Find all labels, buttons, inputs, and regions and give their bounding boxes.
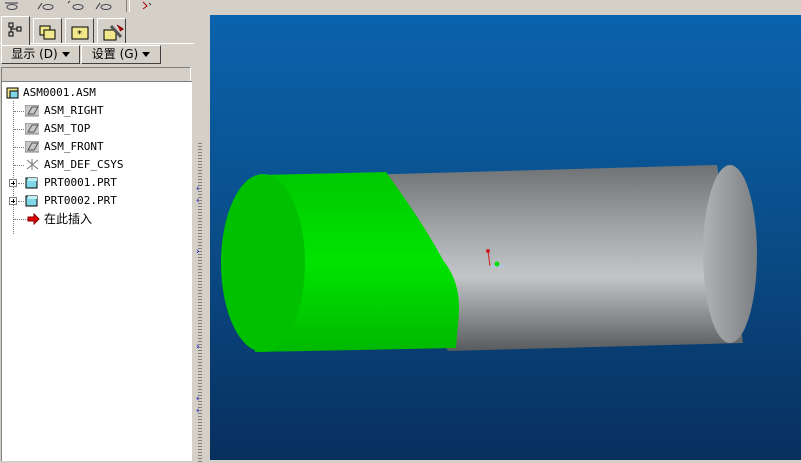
tree-item-label: ASM_FRONT — [44, 140, 104, 153]
navigator-panel: * 显示 (D) 设置 (G) ASM0001.ASM ASM_RIGHT AS… — [0, 13, 194, 461]
model-tree: ASM0001.ASM ASM_RIGHT ASM_TOP ASM_FRONT — [1, 81, 192, 461]
tab-favorites[interactable]: * — [65, 18, 94, 43]
expand-icon[interactable] — [9, 179, 17, 187]
view-tool-3-icon[interactable] — [66, 0, 86, 11]
tree-item-label: 在此插入 — [44, 212, 93, 226]
expand-icon[interactable] — [9, 197, 17, 205]
settings-menu-button[interactable]: 设置 (G) — [81, 45, 161, 64]
tree-item-prt0001[interactable]: PRT0001.PRT — [4, 175, 184, 191]
expand-right-icon[interactable]: › — [195, 343, 203, 352]
tree-filter-field[interactable] — [1, 67, 191, 82]
tree-item-label: PRT0002.PRT — [44, 194, 117, 207]
coordinate-system-icon — [26, 159, 39, 170]
tree-item-asm0001[interactable]: ASM0001.ASM — [4, 85, 184, 101]
collapse-left-icon[interactable]: ‹ — [195, 395, 203, 404]
view-tool-1-icon[interactable] — [2, 0, 22, 11]
tree-item-label: ASM_DEF_CSYS — [44, 158, 124, 171]
tools-icon — [103, 24, 124, 41]
view-tool-5-icon[interactable] — [140, 0, 160, 11]
show-menu-label: 显示 (D) — [11, 47, 58, 61]
tab-connections[interactable] — [97, 18, 126, 43]
expand-right-icon[interactable]: › — [195, 248, 203, 257]
tree-menu-bar: 显示 (D) 设置 (G) — [0, 45, 194, 65]
graphics-viewport[interactable] — [210, 15, 801, 460]
favorites-folder-icon: * — [71, 26, 89, 40]
view-tool-2-icon[interactable] — [36, 0, 56, 11]
gray-part-end-cap[interactable] — [703, 165, 757, 343]
collapse-left-icon[interactable]: ‹ — [195, 185, 203, 194]
part-icon — [25, 195, 38, 207]
tree-item-asm-def-csys[interactable]: ASM_DEF_CSYS — [4, 157, 184, 173]
green-part-end-face[interactable] — [221, 174, 305, 352]
collapse-left-icon[interactable]: ‹ — [195, 407, 203, 416]
dropdown-arrow-icon — [61, 52, 70, 57]
insert-here-arrow-icon — [27, 213, 40, 225]
tab-folder-browser[interactable] — [33, 18, 62, 43]
toolbar-separator — [126, 0, 130, 12]
collapse-left-icon[interactable]: ‹ — [195, 197, 203, 206]
settings-menu-label: 设置 (G) — [91, 47, 139, 61]
show-menu-button[interactable]: 显示 (D) — [1, 45, 80, 64]
panel-splitter[interactable]: ‹ ‹ › › ‹ ‹ — [194, 13, 208, 463]
3d-model-view[interactable] — [210, 15, 801, 460]
tree-item-label: PRT0001.PRT — [44, 176, 117, 189]
tab-model-tree[interactable] — [1, 16, 30, 45]
dropdown-arrow-icon — [142, 52, 151, 57]
tree-structure-icon — [8, 22, 22, 37]
svg-text:*: * — [77, 29, 82, 40]
tree-item-label: ASM0001.ASM — [23, 86, 96, 99]
datum-plane-icon — [25, 141, 39, 153]
folders-icon — [39, 25, 56, 40]
tree-item-prt0002[interactable]: PRT0002.PRT — [4, 193, 184, 209]
view-tool-4-icon[interactable] — [94, 0, 114, 11]
tree-item-label: ASM_TOP — [44, 122, 91, 135]
datum-plane-icon — [25, 105, 39, 117]
tree-item-insert-here[interactable]: 在此插入 — [4, 211, 184, 227]
tree-item-asm-front[interactable]: ASM_FRONT — [4, 139, 184, 155]
part-icon — [25, 177, 38, 189]
tree-item-asm-top[interactable]: ASM_TOP — [4, 121, 184, 137]
assembly-icon — [6, 87, 19, 99]
tree-item-asm-right[interactable]: ASM_RIGHT — [4, 103, 184, 119]
datum-plane-icon — [25, 123, 39, 135]
tree-item-label: ASM_RIGHT — [44, 104, 104, 117]
navigator-tabs: * — [0, 16, 194, 45]
view-toolbar — [0, 0, 801, 13]
